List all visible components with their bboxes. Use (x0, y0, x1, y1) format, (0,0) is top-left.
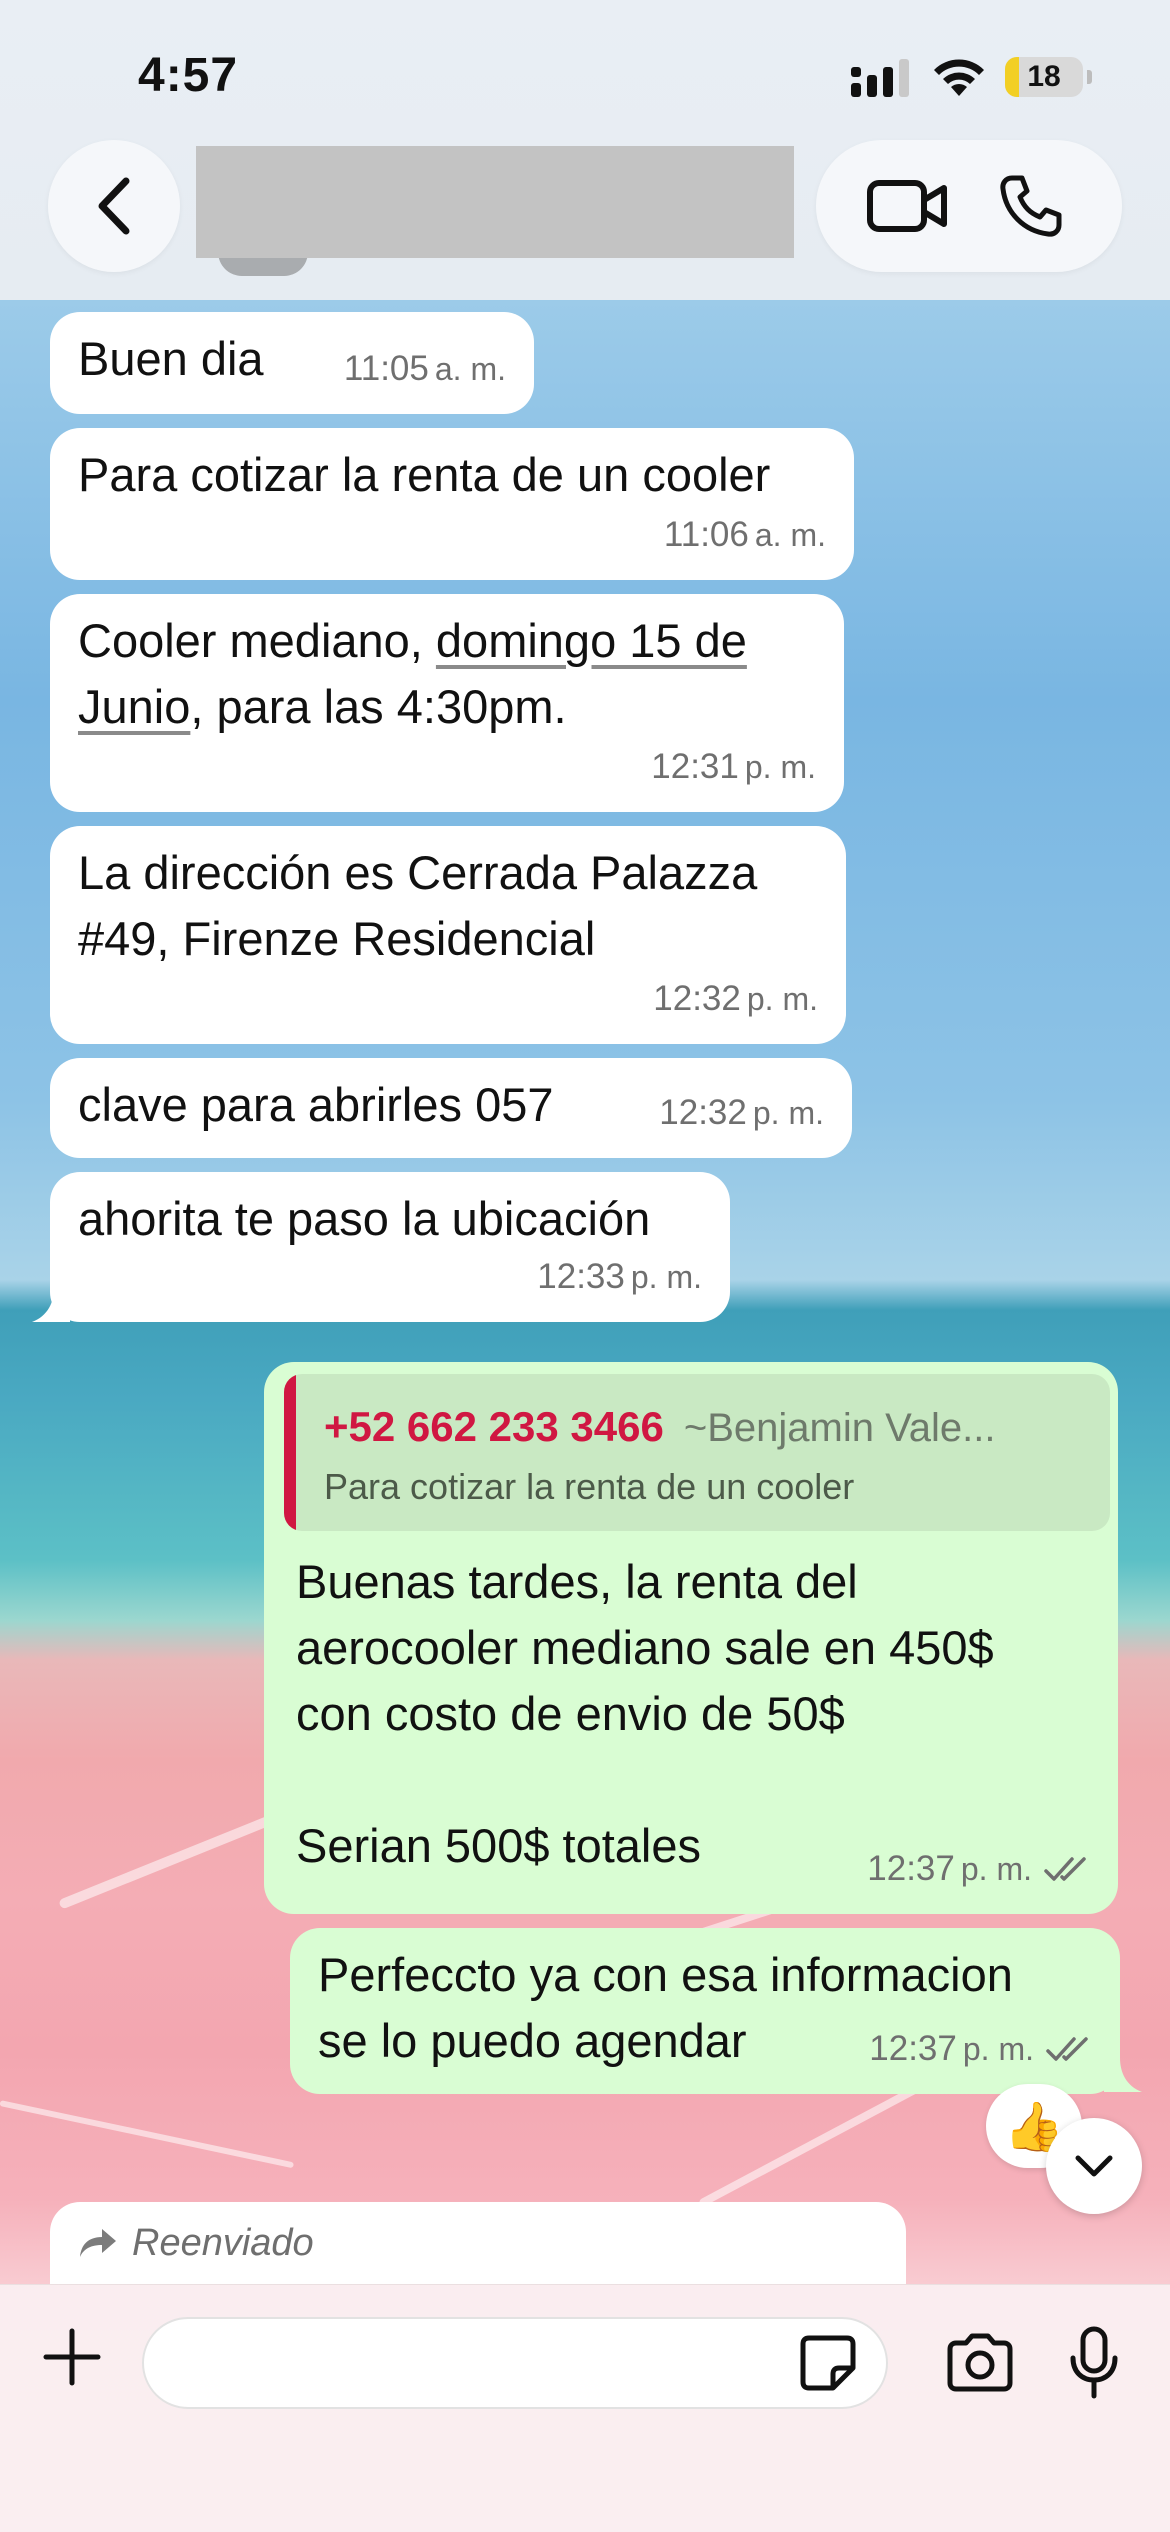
time-value: 12:32 (653, 979, 741, 1018)
double-check-icon (1046, 2037, 1088, 2061)
quote-accent-bar (284, 1374, 296, 1531)
contact-name[interactable] (196, 146, 794, 258)
scroll-to-bottom-button[interactable] (1046, 2118, 1142, 2214)
message-time: 12:32 p. m. (659, 1080, 824, 1146)
message-text: Buenas tardes, la renta del aerocooler m… (296, 1555, 994, 1872)
quote-header: +52 662 233 3466 ~Benjamin Vale... (324, 1392, 1086, 1461)
video-camera-icon (866, 180, 947, 232)
battery-level: 18 (1027, 60, 1061, 93)
message-incoming[interactable]: Cooler mediano, domingo 15 de Junio, para… (50, 594, 844, 812)
back-button[interactable] (48, 140, 180, 272)
voice-call-button[interactable] (976, 151, 1086, 261)
time-ampm: p. m. (744, 749, 816, 785)
message-incoming-forwarded[interactable]: Reenviado (50, 2202, 906, 2284)
message-incoming[interactable]: Buen dia 11:05 a. m. (50, 312, 534, 414)
time-value: 12:33 (537, 1257, 625, 1296)
microphone-button[interactable] (1052, 2315, 1136, 2411)
sticker-button[interactable] (790, 2325, 866, 2401)
quote-text: Para cotizar la renta de un cooler (324, 1466, 855, 1507)
call-actions (816, 140, 1122, 272)
message-incoming[interactable]: clave para abrirles 057 12:32 p. m. (50, 1058, 852, 1158)
message-time: 11:05 a. m. (344, 336, 506, 402)
time-ampm: p. m. (962, 2031, 1034, 2067)
message-incoming[interactable]: ahorita te paso la ubicación 12:33 p. m. (50, 1172, 730, 1322)
quote-sender: ~Benjamin Vale... (683, 1406, 996, 1450)
time-ampm: p. m. (960, 1851, 1032, 1887)
status-icons: 18 (851, 56, 1092, 98)
chevron-left-icon (98, 177, 130, 235)
message-text-part: Cooler mediano, (78, 614, 436, 667)
time-ampm: a. m. (754, 517, 826, 553)
time-ampm: p. m. (630, 1259, 702, 1295)
message-incoming[interactable]: La dirección es Cerrada Palazza #49, Fir… (50, 826, 846, 1044)
time-value: 12:32 (659, 1093, 747, 1132)
microphone-icon (1070, 2326, 1118, 2399)
camera-icon (947, 2333, 1013, 2392)
phone-icon (999, 175, 1061, 237)
message-time: 12:31 p. m. (651, 734, 816, 800)
status-bar: 4:57 18 (0, 0, 1170, 140)
sticker-icon (800, 2335, 856, 2391)
chevron-down-icon (1075, 2155, 1113, 2177)
chat-header (0, 140, 1170, 302)
message-text: ahorita te paso la ubicación (78, 1192, 651, 1245)
time-ampm: a. m. (434, 351, 506, 387)
message-time: 12:33 p. m. (537, 1244, 702, 1310)
message-text: Para cotizar la renta de un cooler (78, 448, 771, 501)
message-time: 12:32 p. m. (653, 966, 818, 1032)
camera-button[interactable] (938, 2321, 1022, 2405)
message-composer (0, 2284, 1170, 2532)
bubble-tail (32, 1288, 70, 1322)
message-outgoing[interactable]: Perfeccto ya con esa informacion se lo p… (290, 1928, 1120, 2094)
message-text: Cooler mediano, domingo 15 de Junio, para… (78, 608, 816, 740)
time-value: 12:31 (651, 747, 739, 786)
message-list[interactable]: Buen dia 11:05 a. m. Para cotizar la rent… (0, 302, 1170, 2284)
time-value: 11:05 (343, 349, 429, 388)
double-check-icon (1044, 1857, 1086, 1881)
video-call-button[interactable] (853, 151, 963, 261)
time-value: 12:37 (867, 1849, 955, 1888)
message-text-part: , para las 4:30pm. (190, 680, 567, 733)
date-link[interactable]: Junio (78, 680, 190, 733)
forward-arrow-icon (80, 2229, 116, 2257)
status-time: 4:57 (138, 49, 239, 102)
time-ampm: p. m. (752, 1095, 824, 1131)
time-ampm: p. m. (746, 981, 818, 1017)
time-value: 11:06 (663, 515, 749, 554)
date-link[interactable]: domingo 15 de (436, 614, 747, 667)
message-time: 12:37 p. m. (867, 1836, 1090, 1902)
quote-phone: +52 662 233 3466 (324, 1403, 664, 1450)
message-outgoing[interactable]: +52 662 233 3466 ~Benjamin Vale... Para c… (264, 1362, 1118, 1914)
message-time: 12:37 p. m. (869, 2016, 1092, 2082)
quoted-message[interactable]: +52 662 233 3466 ~Benjamin Vale... Para c… (284, 1374, 1110, 1531)
battery-tip (1087, 70, 1092, 84)
forwarded-label: Reenviado (132, 2221, 314, 2264)
message-incoming[interactable]: Para cotizar la renta de un cooler 11:06… (50, 428, 854, 580)
message-input[interactable] (142, 2317, 888, 2409)
cellular-signal-icon (851, 59, 909, 97)
plus-icon (43, 2328, 101, 2386)
bubble-tail (1104, 2058, 1142, 2092)
message-text: La dirección es Cerrada Palazza #49, Fir… (78, 846, 758, 965)
message-time: 11:06 a. m. (664, 502, 826, 568)
attach-button[interactable] (34, 2319, 110, 2395)
battery-indicator: 18 (1005, 57, 1083, 97)
wifi-icon (934, 59, 984, 96)
time-value: 12:37 (869, 2029, 957, 2068)
